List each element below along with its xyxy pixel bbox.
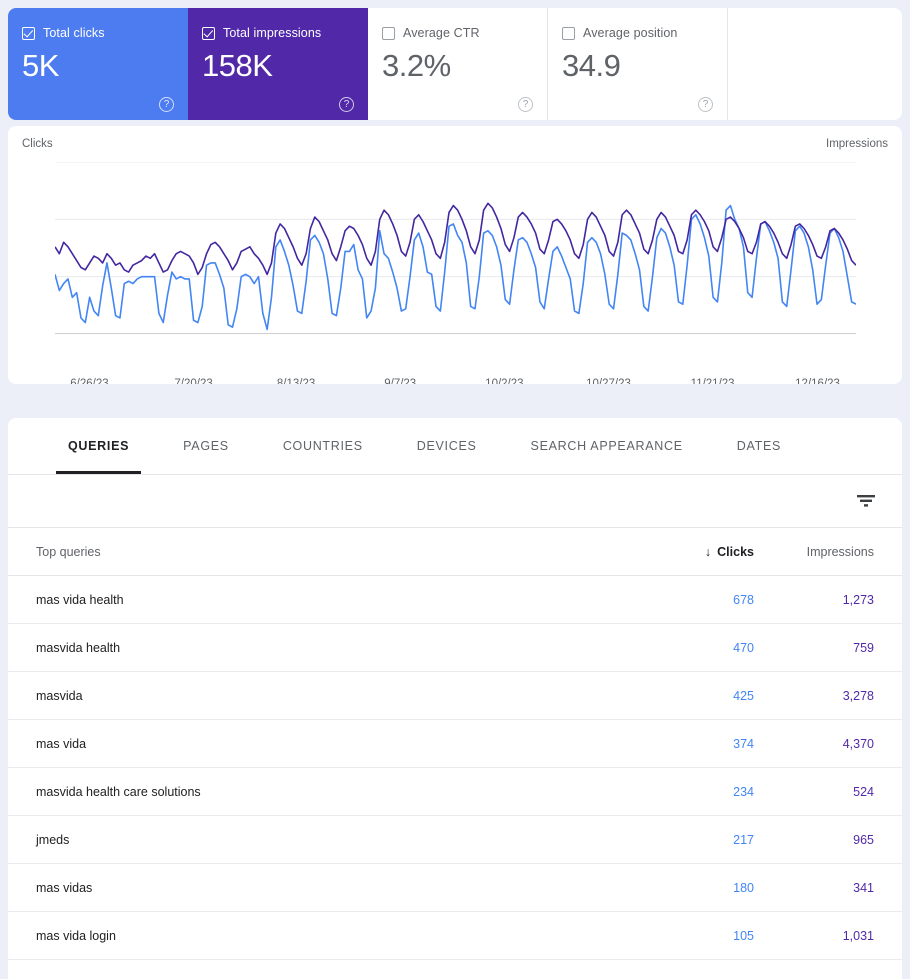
cell-clicks[interactable]: 105 [624, 929, 754, 943]
cell-impressions[interactable]: 3,278 [754, 689, 874, 703]
help-icon[interactable]: ? [159, 97, 174, 112]
cell-impressions[interactable]: 759 [754, 641, 874, 655]
column-header-clicks-label: Clicks [717, 544, 754, 559]
metric-card-total-clicks[interactable]: Total clicks 5K? [8, 8, 188, 120]
cell-query: mas vida login [36, 928, 116, 943]
metric-label: Average position [583, 26, 678, 40]
chart-xtick: 6/26/23 [70, 378, 109, 384]
tab-devices[interactable]: DEVICES [405, 418, 489, 474]
tab-countries[interactable]: COUNTRIES [271, 418, 375, 474]
metric-checkbox[interactable] [382, 26, 395, 40]
performance-chart-card: Clicks Impressions 025507505001K1.5K6/26… [8, 126, 902, 384]
search-console-performance-page: Total clicks 5K? Total impressions 158K? Ave… [0, 0, 910, 979]
metric-checkbox[interactable] [202, 26, 215, 40]
metric-value: 158K [202, 48, 273, 83]
chart-right-axis-title: Impressions [826, 138, 888, 150]
table-tabs: QUERIES PAGES COUNTRIES DEVICES SEARCH APPEA… [8, 418, 902, 475]
tab-dates[interactable]: DATES [725, 418, 793, 474]
metric-checkbox[interactable] [562, 26, 575, 40]
help-icon[interactable]: ? [518, 97, 533, 112]
metric-label: Total impressions [223, 26, 322, 40]
cell-query: masvida health care solutions [36, 784, 201, 799]
cell-query: jmeds [36, 832, 70, 847]
tab-pages[interactable]: PAGES [171, 418, 241, 474]
table-row[interactable]: masvida health care solutions 234 524 [8, 768, 902, 816]
cell-impressions[interactable]: 341 [754, 881, 874, 895]
cell-clicks[interactable]: 470 [624, 641, 754, 655]
cell-query: mas vida health [36, 592, 124, 607]
chart-xtick: 10/27/23 [586, 378, 631, 384]
cell-impressions[interactable]: 4,370 [754, 737, 874, 751]
metric-card-total-impressions[interactable]: Total impressions 158K? [188, 8, 368, 120]
chart-line-impressions [54, 202, 857, 276]
tab-search-appearance[interactable]: SEARCH APPEARANCE [519, 418, 695, 474]
table-row[interactable]: mas vidas 180 341 [8, 864, 902, 912]
tab-queries[interactable]: QUERIES [56, 418, 142, 474]
table-row[interactable]: masvida 425 3,278 [8, 672, 902, 720]
cell-query: mas vidas [36, 880, 93, 895]
metric-value: 34.9 [562, 48, 621, 83]
cell-impressions[interactable]: 1,273 [754, 593, 874, 607]
chart-xtick: 12/16/23 [795, 378, 840, 384]
cell-query: masvida [36, 688, 83, 703]
chart-xtick: 10/2/23 [485, 378, 524, 384]
chart-plot-area: 025507505001K1.5K6/26/237/20/238/13/239/… [54, 161, 857, 384]
sort-descending-icon: ↓ [704, 544, 712, 559]
chart-left-axis-title: Clicks [22, 138, 53, 150]
cell-clicks[interactable]: 425 [624, 689, 754, 703]
metric-cards-container: Total clicks 5K? Total impressions 158K? Ave… [8, 8, 902, 120]
metric-card-average-position[interactable]: Average position 34.9? [548, 8, 728, 120]
column-header-clicks[interactable]: ↓ Clicks [624, 545, 754, 559]
column-header-query[interactable]: Top queries [36, 545, 624, 559]
table-row[interactable]: masvida health 470 759 [8, 624, 902, 672]
table-row[interactable]: mas vida login 105 1,031 [8, 912, 902, 960]
table-row[interactable]: mas vida health 678 1,273 [8, 576, 902, 624]
cell-query: mas vida [36, 736, 87, 751]
metric-value: 3.2% [382, 48, 451, 83]
table-header-row: Top queries ↓ Clicks Impressions [8, 528, 902, 576]
filter-icon[interactable] [856, 493, 876, 509]
column-header-impressions[interactable]: Impressions [754, 545, 874, 559]
metric-value: 5K [22, 48, 59, 83]
metric-card-average-ctr[interactable]: Average CTR 3.2%? [368, 8, 548, 120]
help-icon[interactable]: ? [698, 97, 713, 112]
table-body: mas vida health 678 1,273 masvida health 470… [8, 576, 902, 960]
chart-xtick: 8/13/23 [276, 378, 316, 384]
cell-clicks[interactable]: 180 [624, 881, 754, 895]
chart-xtick: 7/20/23 [174, 378, 213, 384]
cell-impressions[interactable]: 1,031 [754, 929, 874, 943]
metric-label: Total clicks [43, 26, 105, 40]
chart-xtick: 9/7/23 [384, 378, 417, 384]
cell-clicks[interactable]: 217 [624, 833, 754, 847]
metric-label: Average CTR [403, 26, 480, 40]
cell-clicks[interactable]: 234 [624, 785, 754, 799]
cell-clicks[interactable]: 678 [624, 593, 754, 607]
cell-query: masvida health [36, 640, 121, 655]
chart-xtick: 11/21/23 [690, 378, 735, 384]
metric-checkbox[interactable] [22, 26, 35, 40]
table-row[interactable]: mas vida 374 4,370 [8, 720, 902, 768]
help-icon[interactable]: ? [339, 97, 354, 112]
cell-impressions[interactable]: 965 [754, 833, 874, 847]
data-table-card: QUERIES PAGES COUNTRIES DEVICES SEARCH APPEA… [8, 418, 902, 979]
cell-impressions[interactable]: 524 [754, 785, 874, 799]
table-row[interactable]: jmeds 217 965 [8, 816, 902, 864]
chart-svg [54, 161, 857, 335]
filter-bar [8, 475, 902, 528]
cell-clicks[interactable]: 374 [624, 737, 754, 751]
